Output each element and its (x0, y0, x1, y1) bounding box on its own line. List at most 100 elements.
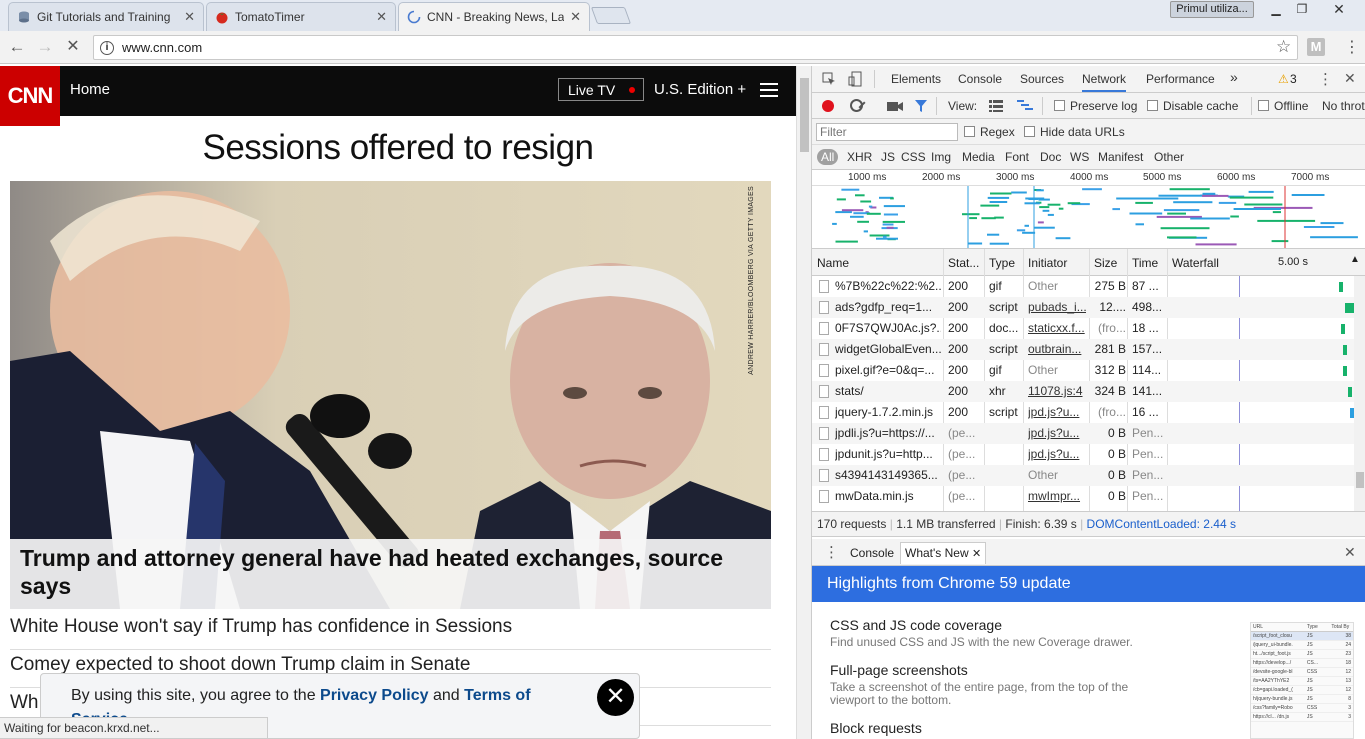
record-icon[interactable] (822, 100, 834, 112)
close-devtools-icon[interactable]: ✕ (1344, 70, 1356, 87)
type-filter-doc[interactable]: Doc (1040, 150, 1061, 164)
bookmark-star-icon[interactable]: ☆ (1276, 37, 1291, 57)
warning-icon[interactable]: ⚠ (1278, 72, 1289, 86)
tab-sources[interactable]: Sources (1020, 72, 1064, 86)
type-filter-other[interactable]: Other (1154, 150, 1184, 164)
request-row[interactable]: mwData.min.js (pe... mwImpr... 0 B Pen... (812, 486, 1354, 507)
request-row[interactable]: widgetGlobalEven... 200 script outbrain... 2… (812, 339, 1354, 360)
request-row[interactable]: ads?gdfp_req=1... 200 script pubads_i... 12.… (812, 297, 1354, 318)
column-time[interactable]: Time (1132, 256, 1158, 270)
edition-selector[interactable]: U.S. Edition + (654, 81, 746, 98)
tab-git-tutorials[interactable]: Git Tutorials and Training ✕ (8, 2, 204, 31)
preserve-log-checkbox[interactable]: Preserve log (1054, 99, 1137, 113)
story-link[interactable]: White House won't say if Trump has confi… (10, 612, 771, 650)
column-waterfall[interactable]: Waterfall (1172, 256, 1219, 270)
request-row[interactable]: stats/200 xhr 11078.js:4 324 B 141... (812, 381, 1354, 402)
column-initiator[interactable]: Initiator (1028, 256, 1067, 270)
more-tabs-icon[interactable]: » (1230, 69, 1238, 85)
page-scrollbar[interactable] (796, 66, 811, 739)
column-name[interactable]: Name (817, 256, 849, 270)
close-icon[interactable]: ✕ (972, 548, 981, 560)
close-icon[interactable]: ✕ (184, 9, 195, 25)
request-row[interactable]: %7B%22c%22:%2... 200 gif Other 275 B 87 ... (812, 276, 1354, 297)
tab-elements[interactable]: Elements (891, 72, 941, 86)
type-filter-manifest[interactable]: Manifest (1098, 150, 1143, 164)
large-rows-icon[interactable] (989, 100, 1003, 112)
minimize-icon[interactable]: ▁ (1263, 2, 1289, 18)
address-bar[interactable]: i www.cnn.com (93, 35, 1298, 60)
close-icon[interactable]: ✕ (570, 9, 581, 25)
type-filter-media[interactable]: Media (962, 150, 995, 164)
column-status[interactable]: Stat... (948, 256, 979, 270)
forward-arrow-icon[interactable]: → (34, 36, 56, 58)
request-initiator[interactable]: pubads_i... (1028, 300, 1086, 314)
request-row[interactable]: jpdli.js?u=https://... (pe... jpd.js?u... 0… (812, 423, 1354, 444)
stop-icon[interactable]: ✕ (62, 36, 84, 58)
type-filter-js[interactable]: JS (881, 150, 895, 164)
request-initiator[interactable]: jpd.js?u... (1028, 426, 1086, 440)
feature-title[interactable]: CSS and JS code coverage (830, 617, 1002, 633)
request-initiator[interactable]: jpd.js?u... (1028, 447, 1086, 461)
close-icon[interactable]: ✕ (597, 679, 634, 716)
request-table-scrollbar[interactable] (1354, 276, 1365, 511)
close-drawer-icon[interactable]: ✕ (1344, 544, 1356, 561)
new-tab-button[interactable] (590, 7, 632, 24)
request-initiator[interactable]: staticxx.f... (1028, 321, 1086, 335)
feature-title[interactable]: Block requests (830, 720, 922, 736)
hide-data-urls-checkbox[interactable]: Hide data URLs (1024, 125, 1125, 139)
disable-cache-checkbox[interactable]: Disable cache (1147, 99, 1238, 113)
request-row[interactable]: pixel.gif?e=0&q=... 200 gif Other 312 B 114..… (812, 360, 1354, 381)
type-filter-xhr[interactable]: XHR (847, 150, 872, 164)
type-filter-font[interactable]: Font (1005, 150, 1029, 164)
scrollbar-thumb[interactable] (1356, 472, 1364, 488)
column-size[interactable]: Size (1094, 256, 1117, 270)
inspect-element-icon[interactable] (822, 72, 836, 86)
tab-tomatotimer[interactable]: TomatoTimer ✕ (206, 2, 396, 31)
maximize-icon[interactable]: ❐ (1289, 2, 1315, 18)
request-row[interactable]: jquery-1.7.2.min.js 200 script jpd.js?u... (… (812, 402, 1355, 423)
request-initiator[interactable]: jpd.js?u... (1028, 405, 1086, 419)
throttling-select[interactable]: No throt (1322, 99, 1365, 113)
screenshot-camera-icon[interactable] (887, 99, 903, 113)
request-initiator[interactable]: 11078.js:4 (1028, 384, 1086, 398)
request-row[interactable]: 0F7S7QWJ0Ac.js?... 200 doc... staticxx.f...… (812, 318, 1354, 339)
request-initiator[interactable]: outbrain... (1028, 342, 1086, 356)
hamburger-menu-icon[interactable] (760, 83, 778, 97)
device-toolbar-icon[interactable] (848, 71, 862, 87)
network-overview[interactable]: 1000 ms 2000 ms 3000 ms 4000 ms 5000 ms … (812, 170, 1365, 249)
type-filter-all[interactable]: All (817, 149, 839, 165)
offline-checkbox[interactable]: Offline (1258, 99, 1308, 113)
sort-arrow-icon[interactable]: ▲ (1350, 254, 1360, 265)
type-filter-img[interactable]: Img (931, 150, 951, 164)
page-headline[interactable]: Sessions offered to resign (0, 128, 796, 168)
menu-dots-icon[interactable]: ⋮ (1344, 37, 1360, 57)
column-type[interactable]: Type (989, 256, 1015, 270)
info-icon[interactable]: i (100, 40, 114, 55)
tab-network[interactable]: Network (1082, 72, 1127, 92)
privacy-policy-link[interactable]: Privacy Policy (320, 687, 429, 704)
profile-button[interactable]: Primul utiliza... (1170, 1, 1254, 18)
extension-icon[interactable]: M (1307, 38, 1325, 56)
cnn-logo[interactable]: CNN (0, 66, 60, 126)
window-close-icon[interactable]: ✕ (1326, 2, 1352, 18)
filter-funnel-icon[interactable] (914, 99, 928, 113)
devtools-menu-icon[interactable]: ⋮ (1318, 70, 1333, 88)
regex-checkbox[interactable]: Regex (964, 125, 1015, 139)
scrollbar-thumb[interactable] (800, 78, 809, 152)
tab-console[interactable]: Console (958, 72, 1002, 86)
request-initiator[interactable]: mwImpr... (1028, 489, 1086, 503)
drawer-menu-icon[interactable]: ⋮ (824, 543, 839, 561)
waterfall-overview-icon[interactable] (1017, 100, 1033, 112)
tab-performance[interactable]: Performance (1146, 72, 1215, 86)
filter-input[interactable] (816, 123, 958, 141)
type-filter-css[interactable]: CSS (901, 150, 926, 164)
tab-cnn[interactable]: CNN - Breaking News, La ✕ (398, 2, 590, 31)
home-link[interactable]: Home (70, 81, 110, 98)
request-row[interactable]: jpdunit.js?u=http... (pe... jpd.js?u... 0 B… (812, 444, 1354, 465)
drawer-tab-whats-new[interactable]: What's New ✕ (900, 542, 987, 564)
back-arrow-icon[interactable]: ← (6, 36, 28, 58)
close-icon[interactable]: ✕ (376, 9, 387, 25)
feature-title[interactable]: Full-page screenshots (830, 662, 968, 678)
photo-caption[interactable]: Trump and attorney general have had heat… (10, 539, 771, 609)
live-tv-button[interactable]: Live TV (558, 78, 644, 101)
